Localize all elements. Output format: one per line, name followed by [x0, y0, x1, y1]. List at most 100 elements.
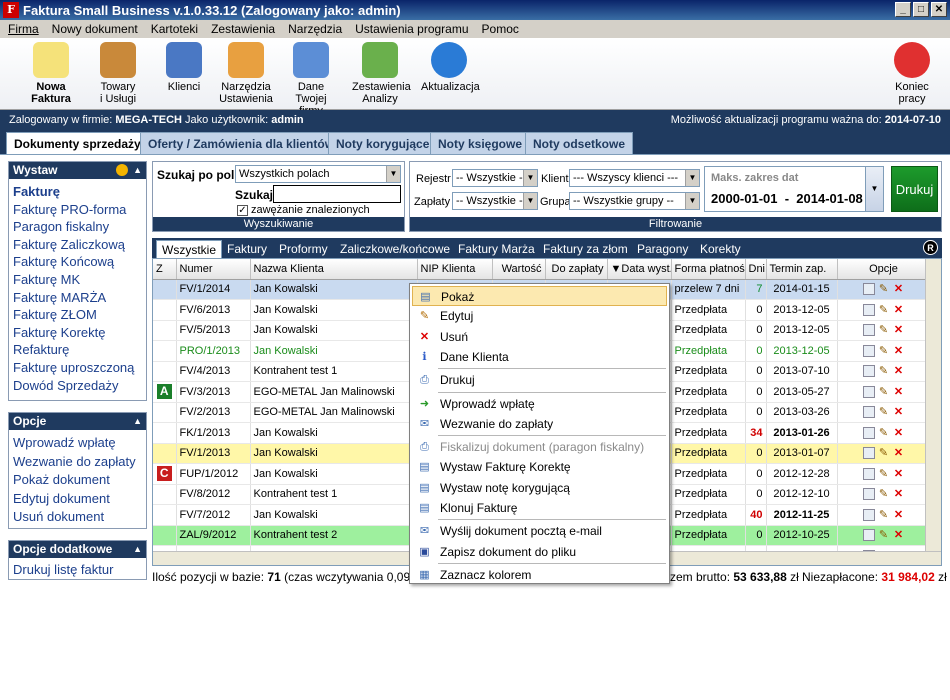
wystaw-item[interactable]: Refakturę [9, 341, 146, 359]
preview-icon[interactable] [862, 324, 875, 337]
column-header[interactable]: Do zapłaty [545, 259, 608, 280]
print-button[interactable]: Drukuj [891, 166, 938, 212]
toolbar-button-0[interactable]: Nowa Faktura [23, 42, 79, 105]
context-item-pencil[interactable]: ✎ Edytuj [412, 306, 667, 326]
opcje-item[interactable]: Wezwanie do zapłaty [9, 453, 146, 472]
toolbar-button-3[interactable]: Narzędzia Ustawienia [218, 42, 274, 105]
delete-icon[interactable]: ✕ [893, 447, 905, 459]
delete-icon[interactable]: ✕ [893, 283, 905, 295]
narrow-results-checkbox[interactable]: ✓ [237, 205, 248, 216]
gtab-korekty[interactable]: Korekty [700, 240, 741, 258]
preview-icon[interactable] [862, 344, 875, 357]
minimize-button[interactable]: _ [895, 2, 911, 17]
gtab-zaliczkowe[interactable]: Zaliczkowe/końcowe [340, 240, 450, 258]
context-item-color-grid[interactable]: ▦ Zaznacz kolorem [412, 565, 667, 585]
toolbar-button-7[interactable]: Koniec pracy [884, 42, 940, 105]
context-item-client-data[interactable]: ℹ Dane Klienta [412, 347, 667, 367]
preview-icon[interactable] [862, 303, 875, 316]
wystaw-item[interactable]: Fakturę [9, 183, 146, 201]
wystaw-item[interactable]: Fakturę MK [9, 271, 146, 289]
delete-icon[interactable]: ✕ [893, 427, 905, 439]
column-header[interactable]: Z [153, 259, 177, 280]
menu-nowy-dokument[interactable]: Nowy dokument [52, 22, 138, 36]
column-header[interactable]: Numer [176, 259, 251, 280]
gtab-marza[interactable]: Faktury Marża [458, 240, 535, 258]
tab-noty-odsetkowe[interactable]: Noty odsetkowe [525, 132, 634, 154]
wystaw-item[interactable]: Fakturę PRO-forma [9, 201, 146, 219]
chevron-down-icon[interactable]: ▼ [865, 167, 883, 211]
preview-icon[interactable] [862, 447, 875, 460]
klient-select[interactable]: --- Wszyscy klienci --- ▼ [569, 169, 700, 187]
toolbar-button-6[interactable]: Aktualizacja [421, 42, 480, 93]
column-header[interactable]: Nazwa Klienta [250, 259, 418, 280]
collapse-icon[interactable]: ▲ [133, 541, 142, 558]
column-header[interactable]: Forma płatności [671, 259, 746, 280]
refresh-icon[interactable]: R [923, 240, 938, 255]
toolbar-button-5[interactable]: Zestawienia Analizy [352, 42, 411, 105]
delete-icon[interactable]: ✕ [893, 365, 905, 377]
menu-zestawienia[interactable]: Zestawienia [211, 22, 275, 36]
delete-icon[interactable]: ✕ [893, 345, 905, 357]
collapse-icon[interactable]: ▲ [133, 413, 142, 430]
context-item-printer[interactable]: ⎙ Drukuj [412, 370, 667, 390]
preview-icon[interactable] [862, 406, 875, 419]
menu-narzedzia[interactable]: Narzędzia [288, 22, 342, 36]
wystaw-item[interactable]: Fakturę ZŁOM [9, 306, 146, 324]
pencil-icon[interactable]: ✎ [878, 427, 890, 439]
pencil-icon[interactable]: ✎ [878, 529, 890, 541]
tab-dokumenty-sprzedazy[interactable]: Dokumenty sprzedaży [6, 132, 149, 154]
wystaw-item[interactable]: Fakturę Końcową [9, 253, 146, 271]
pencil-icon[interactable]: ✎ [878, 386, 890, 398]
gtab-wszystkie[interactable]: Wszystkie [156, 240, 222, 258]
preview-icon[interactable] [862, 529, 875, 542]
tab-oferty[interactable]: Oferty / Zamówienia dla klientów [140, 132, 343, 154]
delete-icon[interactable]: ✕ [893, 529, 905, 541]
chevron-down-icon[interactable]: ▼ [386, 166, 400, 182]
context-item-email[interactable]: ✉ Wyślij dokument pocztą e-mail [412, 521, 667, 541]
context-item-save[interactable]: ▣ Zapisz dokument do pliku [412, 542, 667, 562]
delete-icon[interactable]: ✕ [893, 468, 905, 480]
chevron-down-icon[interactable]: ▼ [685, 170, 699, 186]
context-item-delete[interactable]: ✕ Usuń [412, 327, 667, 347]
gtab-faktury[interactable]: Faktury [227, 240, 267, 258]
search-field-select[interactable]: Wszystkich polach ▼ [235, 165, 401, 183]
preview-icon[interactable] [862, 385, 875, 398]
column-header[interactable]: Wartość [492, 259, 546, 280]
opcje-item[interactable]: Edytuj dokument [9, 490, 146, 509]
chevron-down-icon[interactable]: ▼ [685, 193, 699, 209]
wystaw-item[interactable]: Fakturę uproszczoną [9, 359, 146, 377]
chevron-down-icon[interactable]: ▼ [523, 170, 537, 186]
pencil-icon[interactable]: ✎ [878, 324, 890, 336]
column-header[interactable]: Dni [745, 259, 767, 280]
preview-icon[interactable] [862, 508, 875, 521]
pencil-icon[interactable]: ✎ [878, 468, 890, 480]
delete-icon[interactable]: ✕ [893, 406, 905, 418]
pencil-icon[interactable]: ✎ [878, 365, 890, 377]
grupa-select[interactable]: -- Wszystkie grupy -- ▼ [569, 192, 700, 210]
menu-ustawienia[interactable]: Ustawienia programu [355, 22, 468, 36]
chevron-down-icon[interactable]: ▼ [523, 193, 537, 209]
preview-icon[interactable] [862, 426, 875, 439]
context-item-reminder[interactable]: ✉ Wezwanie do zapłaty [412, 414, 667, 434]
opcje-item[interactable]: Wprowadź wpłatę [9, 434, 146, 453]
rejestr-select[interactable]: -- Wszystkie -- ▼ [452, 169, 538, 187]
toolbar-button-2[interactable]: Klienci [156, 42, 212, 93]
context-item-clone[interactable]: ▤ Klonuj Fakturę [412, 498, 667, 518]
date-range-picker[interactable]: Maks. zakres dat 2000-01-01 - 2014-01-08… [704, 166, 884, 212]
vertical-scrollbar[interactable] [925, 259, 941, 565]
delete-icon[interactable]: ✕ [893, 488, 905, 500]
pencil-icon[interactable]: ✎ [878, 345, 890, 357]
wystaw-item[interactable]: Paragon fiskalny [9, 218, 146, 236]
pencil-icon[interactable]: ✎ [878, 283, 890, 295]
pencil-icon[interactable]: ✎ [878, 509, 890, 521]
gear-icon[interactable] [116, 164, 128, 176]
preview-icon[interactable] [862, 283, 875, 296]
gtab-paragony[interactable]: Paragony [637, 240, 688, 258]
opcje-item[interactable]: Pokaż dokument [9, 471, 146, 490]
wystaw-item[interactable]: Fakturę Zaliczkową [9, 236, 146, 254]
preview-icon[interactable] [862, 365, 875, 378]
delete-icon[interactable]: ✕ [893, 386, 905, 398]
drukuj-liste-link[interactable]: Drukuj listę faktur [9, 558, 146, 579]
wystaw-item[interactable]: Fakturę MARŻA [9, 289, 146, 307]
tab-noty-ksiegowe[interactable]: Noty księgowe [430, 132, 531, 154]
